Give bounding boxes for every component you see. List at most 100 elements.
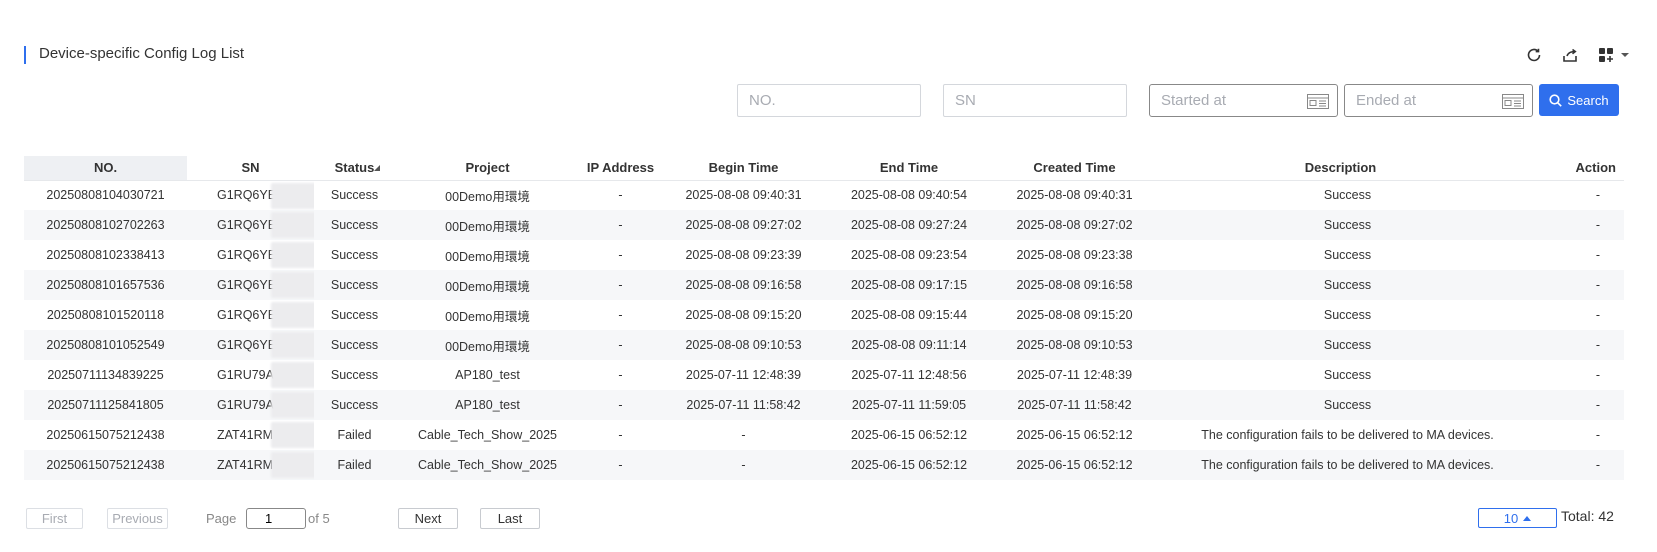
cell-end-time: 2025-08-08 09:23:54: [826, 240, 992, 270]
cell-status: Success: [314, 360, 395, 390]
view-mode-dropdown[interactable]: [1597, 46, 1629, 64]
table-toolbar: [1525, 46, 1629, 64]
cell-action: -: [1524, 390, 1624, 420]
start-date-input[interactable]: [1150, 85, 1300, 116]
cell-begin-time: 2025-07-11 11:58:42: [661, 390, 826, 420]
column-header-created-time[interactable]: Created Time: [992, 156, 1157, 180]
cell-ip-address: -: [580, 450, 661, 480]
redaction-mask: [271, 242, 314, 268]
page-number-input[interactable]: [246, 508, 306, 529]
cell-action: -: [1524, 180, 1624, 210]
chevron-down-icon: [1621, 53, 1629, 57]
cell-description: Success: [1157, 360, 1524, 390]
refresh-icon[interactable]: [1525, 46, 1543, 64]
cell-action: -: [1524, 210, 1624, 240]
cell-created-time: 2025-08-08 09:23:38: [992, 240, 1157, 270]
search-icon: [1549, 93, 1563, 107]
cell-created-time: 2025-08-08 09:40:31: [992, 180, 1157, 210]
column-header-ip-address[interactable]: IP Address: [580, 156, 661, 180]
first-page-button[interactable]: First: [26, 508, 83, 529]
cell-action: -: [1524, 330, 1624, 360]
calendar-icon[interactable]: [1502, 93, 1524, 109]
pagination: First Previous Page of 5 Next Last 10 To…: [0, 508, 1657, 530]
redaction-mask: [271, 272, 314, 298]
cell-created-time: 2025-07-11 11:58:42: [992, 390, 1157, 420]
cell-no: 20250615075212438: [24, 450, 187, 480]
export-icon[interactable]: [1561, 46, 1579, 64]
no-filter-input[interactable]: [737, 84, 921, 117]
cell-ip-address: -: [580, 330, 661, 360]
page-size-value: 10: [1503, 510, 1519, 526]
cell-sn: G1RQ6YE: [187, 210, 314, 240]
table-row[interactable]: 20250808102338413 G1RQ6YE Success 00Demo用環境…: [24, 240, 1624, 270]
cell-sn: ZAT41RM: [187, 450, 314, 480]
cell-begin-time: 2025-08-08 09:15:20: [661, 300, 826, 330]
last-page-button[interactable]: Last: [480, 508, 540, 529]
column-header-no[interactable]: NO.: [24, 156, 187, 180]
sn-text: ZAT41RM: [217, 458, 274, 472]
cell-no: 20250808101657536: [24, 270, 187, 300]
redaction-mask: [271, 332, 314, 358]
sn-text: G1RQ6YE: [217, 308, 277, 322]
column-header-status-label: Status: [334, 160, 375, 176]
cell-project: 00Demo用環境: [395, 270, 580, 300]
column-header-end-time[interactable]: End Time: [826, 156, 992, 180]
cell-end-time: 2025-06-15 06:52:12: [826, 450, 992, 480]
column-header-project[interactable]: Project: [395, 156, 580, 180]
cell-sn: ZAT41RM: [187, 420, 314, 450]
cell-description: Success: [1157, 180, 1524, 210]
cell-begin-time: 2025-07-11 12:48:39: [661, 360, 826, 390]
column-header-begin-time[interactable]: Begin Time: [661, 156, 826, 180]
cell-created-time: 2025-08-08 09:10:53: [992, 330, 1157, 360]
page-size-select[interactable]: 10: [1478, 508, 1557, 528]
cell-project: 00Demo用環境: [395, 240, 580, 270]
search-button[interactable]: Search: [1539, 84, 1619, 116]
cell-action: -: [1524, 450, 1624, 480]
cell-status: Success: [314, 180, 395, 210]
sn-filter-input[interactable]: [943, 84, 1127, 117]
search-button-label: Search: [1567, 92, 1609, 108]
calendar-icon[interactable]: [1307, 93, 1329, 109]
table-row[interactable]: 20250711125841805 G1RU79A Success AP180_tes…: [24, 390, 1624, 420]
column-header-description[interactable]: Description: [1157, 156, 1524, 180]
page-title: Device-specific Config Log List: [39, 45, 245, 62]
table-body: 20250808104030721 G1RQ6YE Success 00Demo用環境…: [24, 180, 1624, 480]
end-date-input[interactable]: [1345, 85, 1495, 116]
table-row[interactable]: 20250615075212438 ZAT41RM Failed Cable_Tech…: [24, 450, 1624, 480]
page-count-label: of 5: [308, 511, 330, 526]
cell-description: Success: [1157, 300, 1524, 330]
cell-end-time: 2025-08-08 09:27:24: [826, 210, 992, 240]
cell-no: 20250808101520118: [24, 300, 187, 330]
cell-status: Failed: [314, 450, 395, 480]
column-header-status[interactable]: Status: [314, 156, 395, 180]
cell-created-time: 2025-08-08 09:27:02: [992, 210, 1157, 240]
cell-status: Failed: [314, 420, 395, 450]
table-row[interactable]: 20250711134839225 G1RU79A Success AP180_tes…: [24, 360, 1624, 390]
end-date-picker[interactable]: [1344, 84, 1533, 117]
table-row[interactable]: 20250808101520118 G1RQ6YE Success 00Demo用環境…: [24, 300, 1624, 330]
cell-status: Success: [314, 300, 395, 330]
previous-page-button[interactable]: Previous: [107, 508, 168, 529]
cell-no: 20250615075212438: [24, 420, 187, 450]
next-page-button[interactable]: Next: [398, 508, 458, 529]
cell-begin-time: 2025-08-08 09:40:31: [661, 180, 826, 210]
filter-corner-icon[interactable]: [374, 165, 381, 172]
redaction-mask: [271, 302, 314, 328]
cell-project: AP180_test: [395, 360, 580, 390]
cell-description: Success: [1157, 390, 1524, 420]
table-row[interactable]: 20250808102702263 G1RQ6YE Success 00Demo用環境…: [24, 210, 1624, 240]
redaction-mask: [271, 392, 314, 418]
cell-end-time: 2025-07-11 11:59:05: [826, 390, 992, 420]
cell-sn: G1RQ6YE: [187, 270, 314, 300]
column-header-action[interactable]: Action: [1524, 156, 1624, 180]
sn-text: G1RQ6YE: [217, 338, 277, 352]
redaction-mask: [271, 452, 314, 478]
cell-sn: G1RQ6YE: [187, 240, 314, 270]
table-row[interactable]: 20250808104030721 G1RQ6YE Success 00Demo用環境…: [24, 180, 1624, 210]
table-row[interactable]: 20250808101657536 G1RQ6YE Success 00Demo用環境…: [24, 270, 1624, 300]
cell-action: -: [1524, 420, 1624, 450]
table-row[interactable]: 20250615075212438 ZAT41RM Failed Cable_Tech…: [24, 420, 1624, 450]
start-date-picker[interactable]: [1149, 84, 1338, 117]
column-header-sn[interactable]: SN: [187, 156, 314, 180]
table-row[interactable]: 20250808101052549 G1RQ6YE Success 00Demo用環境…: [24, 330, 1624, 360]
